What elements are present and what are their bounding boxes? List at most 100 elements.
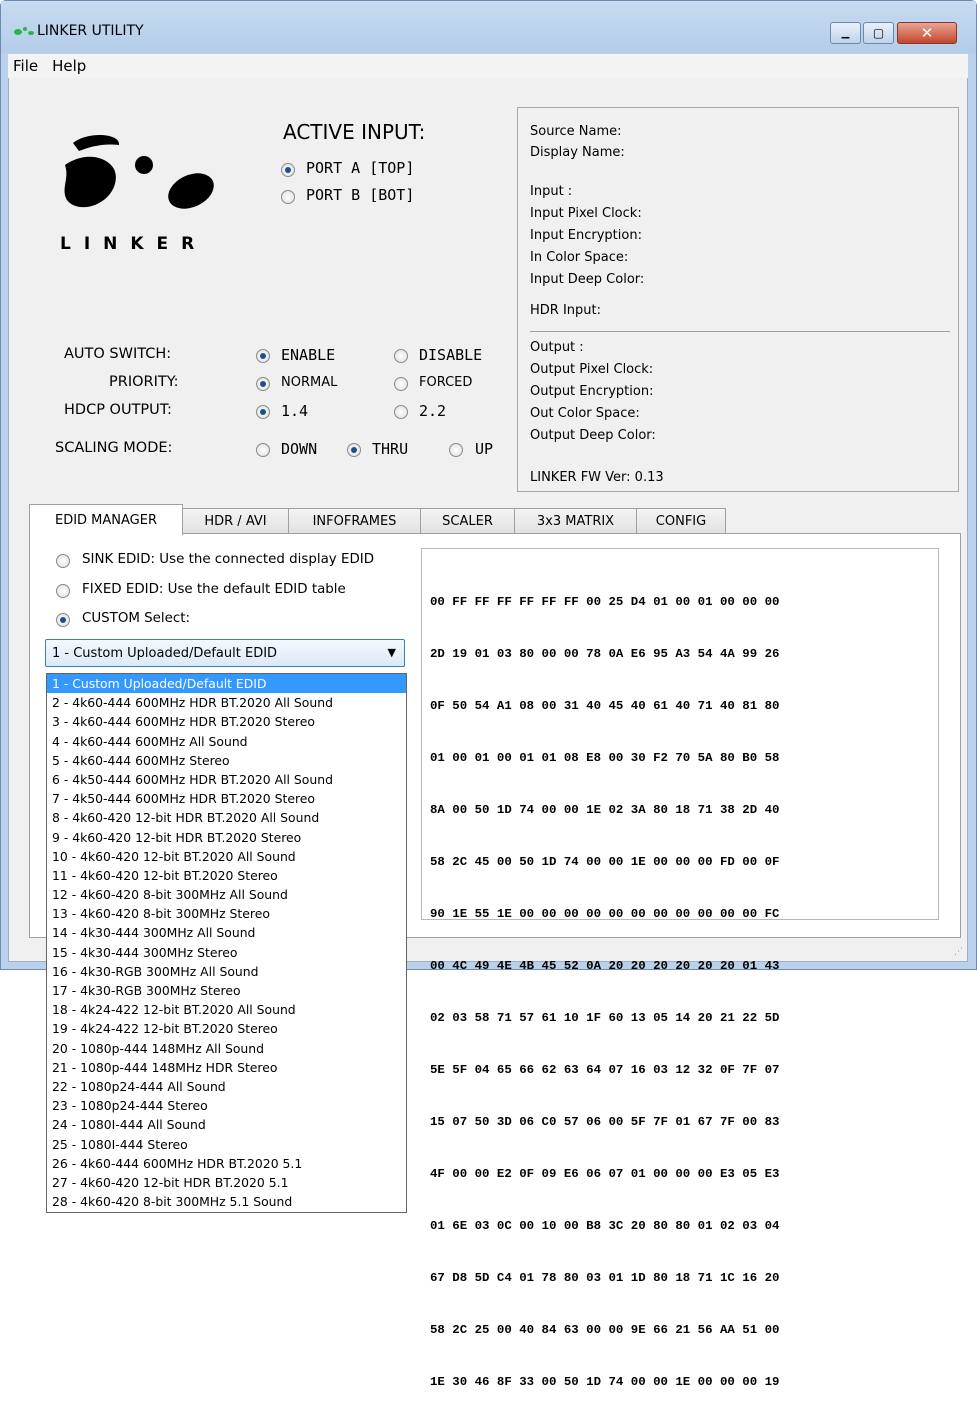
tab-infoframes[interactable]: INFOFRAMES xyxy=(288,508,421,534)
input-pixel-clock-label: Input Pixel Clock: xyxy=(530,206,642,221)
priority-normal-label: NORMAL xyxy=(281,375,338,390)
dropdown-item[interactable]: 20 - 1080p-444 148MHz All Sound xyxy=(47,1039,406,1058)
dropdown-item[interactable]: 1 - Custom Uploaded/Default EDID xyxy=(47,674,406,694)
minimize-icon: ▁ xyxy=(841,27,850,39)
dropdown-item[interactable]: 4 - 4k60-444 600MHz All Sound xyxy=(47,732,406,751)
dropdown-item[interactable]: 24 - 1080I-444 All Sound xyxy=(47,1115,406,1134)
menu-bar: File Help xyxy=(8,54,968,78)
dropdown-item[interactable]: 7 - 4k50-444 600MHz HDR BT.2020 Stereo xyxy=(47,789,406,808)
hex-row: 01 00 01 00 01 01 08 E8 00 30 F2 70 5A 8… xyxy=(430,750,780,765)
fixed-edid-label: FIXED EDID: Use the default EDID table xyxy=(82,582,346,597)
scaling-up-label: UP xyxy=(475,440,494,458)
hex-row: 2D 19 01 03 80 00 00 78 0A E6 95 A3 54 4… xyxy=(430,646,780,661)
custom-edid-select[interactable]: 1 - Custom Uploaded/Default EDID ▼ xyxy=(45,639,405,667)
hex-row: 02 03 58 71 57 61 10 1F 60 13 05 14 20 2… xyxy=(430,1010,780,1025)
menu-file[interactable]: File xyxy=(8,57,47,75)
dropdown-item[interactable]: 17 - 4k30-RGB 300MHz Stereo xyxy=(47,981,406,1000)
hex-row: 15 07 50 3D 06 C0 57 06 00 5F 7F 01 67 7… xyxy=(430,1115,780,1129)
hex-row: 58 2C 25 00 40 84 63 00 00 9E 66 21 56 A… xyxy=(430,1323,780,1338)
dropdown-item[interactable]: 12 - 4k60-420 8-bit 300MHz All Sound xyxy=(47,885,406,904)
dropdown-item[interactable]: 18 - 4k24-422 12-bit BT.2020 All Sound xyxy=(47,1000,406,1019)
dropdown-item[interactable]: 28 - 4k60-420 8-bit 300MHz 5.1 Sound xyxy=(47,1192,406,1211)
edid-dropdown-list[interactable]: 1 - Custom Uploaded/Default EDID 2 - 4k6… xyxy=(46,673,407,1213)
port-b-label: PORT B [BOT] xyxy=(306,186,415,204)
port-a-radio[interactable] xyxy=(281,163,295,177)
dropdown-item[interactable]: 6 - 4k50-444 600MHz HDR BT.2020 All Soun… xyxy=(47,770,406,789)
hdcp-14-label: 1.4 xyxy=(281,402,309,420)
dropdown-item[interactable]: 21 - 1080p-444 148MHz HDR Stereo xyxy=(47,1058,406,1077)
dropdown-item[interactable]: 25 - 1080I-444 Stereo xyxy=(47,1135,406,1154)
port-b-radio[interactable] xyxy=(281,190,295,204)
title-bar[interactable]: LINKER UTILITY ▁ ▢ ✕ xyxy=(1,1,976,53)
scaling-down-label: DOWN xyxy=(281,440,318,458)
hex-row: 5E 5F 04 65 66 62 63 64 07 16 03 12 32 0… xyxy=(430,1062,780,1077)
resize-grip-icon[interactable]: ⋰ xyxy=(954,947,963,957)
dropdown-item[interactable]: 10 - 4k60-420 12-bit BT.2020 All Sound xyxy=(47,847,406,866)
close-button[interactable]: ✕ xyxy=(897,22,957,44)
close-icon: ✕ xyxy=(920,24,934,42)
auto-switch-enable-radio[interactable] xyxy=(256,349,270,363)
dropdown-item[interactable]: 3 - 4k60-444 600MHz HDR BT.2020 Stereo xyxy=(47,712,406,731)
hex-row: 0F 50 54 A1 08 00 31 40 45 40 61 40 71 4… xyxy=(430,698,780,713)
scaling-up-radio[interactable] xyxy=(449,443,463,457)
dropdown-item[interactable]: 5 - 4k60-444 600MHz Stereo xyxy=(47,751,406,770)
dropdown-item[interactable]: 15 - 4k30-444 300MHz Stereo xyxy=(47,943,406,962)
hdcp-22-label: 2.2 xyxy=(419,402,447,420)
dropdown-item[interactable]: 26 - 4k60-444 600MHz HDR BT.2020 5.1 xyxy=(47,1154,406,1173)
hex-row: 01 6E 03 0C 00 10 00 B8 3C 20 80 80 01 0… xyxy=(430,1219,780,1234)
dropdown-item[interactable]: 27 - 4k60-420 12-bit HDR BT.2020 5.1 xyxy=(47,1173,406,1192)
logo-wordmark: LINKER xyxy=(60,234,208,254)
fw-version-label: LINKER FW Ver: 0.13 xyxy=(530,470,664,485)
dropdown-item[interactable]: 13 - 4k60-420 8-bit 300MHz Stereo xyxy=(47,904,406,923)
scaling-down-radio[interactable] xyxy=(256,443,270,457)
dropdown-item[interactable]: 23 - 1080p24-444 Stereo xyxy=(47,1096,406,1115)
dropdown-item[interactable]: 9 - 4k60-420 12-bit HDR BT.2020 Stereo xyxy=(47,828,406,847)
input-deep-color-label: Input Deep Color: xyxy=(530,272,645,287)
output-encryption-label: Output Encryption: xyxy=(530,384,654,399)
port-a-label: PORT A [TOP] xyxy=(306,159,415,177)
tab-3x3-matrix[interactable]: 3x3 MATRIX xyxy=(514,508,637,534)
hex-row: 58 2C 45 00 50 1D 74 00 00 1E 00 00 00 F… xyxy=(430,854,780,869)
dropdown-item[interactable]: 2 - 4k60-444 600MHz HDR BT.2020 All Soun… xyxy=(47,693,406,712)
priority-normal-radio[interactable] xyxy=(256,377,270,391)
auto-switch-disable-label: DISABLE xyxy=(419,346,483,364)
hdcp-22-radio[interactable] xyxy=(394,405,408,419)
scaling-thru-radio[interactable] xyxy=(347,443,361,457)
dropdown-item[interactable]: 19 - 4k24-422 12-bit BT.2020 Stereo xyxy=(47,1019,406,1038)
sink-edid-radio[interactable] xyxy=(56,554,70,568)
edid-hex-view[interactable]: 00 FF FF FF FF FF FF 00 25 D4 01 00 01 0… xyxy=(421,548,939,1389)
auto-switch-enable-label: ENABLE xyxy=(281,346,336,364)
hex-row: 1E 30 46 8F 33 00 50 1D 74 00 00 1E 00 0… xyxy=(430,1375,780,1390)
menu-help[interactable]: Help xyxy=(47,57,95,75)
info-divider xyxy=(530,331,950,332)
minimize-button[interactable]: ▁ xyxy=(830,22,861,44)
output-label: Output : xyxy=(530,340,584,355)
source-name-label: Source Name: xyxy=(530,124,622,139)
output-pixel-clock-label: Output Pixel Clock: xyxy=(530,362,654,377)
maximize-button[interactable]: ▢ xyxy=(863,22,894,44)
maximize-icon: ▢ xyxy=(872,26,885,40)
dropdown-item[interactable]: 8 - 4k60-420 12-bit HDR BT.2020 All Soun… xyxy=(47,808,406,827)
dropdown-item[interactable]: 14 - 4k30-444 300MHz All Sound xyxy=(47,923,406,942)
dropdown-item[interactable]: 22 - 1080p24-444 All Sound xyxy=(47,1077,406,1096)
priority-forced-radio[interactable] xyxy=(394,377,408,391)
in-color-space-label: In Color Space: xyxy=(530,250,629,265)
hdcp-14-radio[interactable] xyxy=(256,405,270,419)
active-input-title: ACTIVE INPUT: xyxy=(283,120,426,144)
tab-config[interactable]: CONFIG xyxy=(636,508,726,534)
tab-edid-manager[interactable]: EDID MANAGER xyxy=(29,504,183,535)
linker-app-icon xyxy=(14,27,34,35)
hex-row: 00 4C 49 4E 4B 45 52 0A 20 20 20 20 20 2… xyxy=(430,958,780,973)
hdcp-output-label: HDCP OUTPUT: xyxy=(64,402,172,418)
dropdown-item[interactable]: 16 - 4k30-RGB 300MHz All Sound xyxy=(47,962,406,981)
fixed-edid-radio[interactable] xyxy=(56,584,70,598)
display-name-label: Display Name: xyxy=(530,145,625,160)
hex-row: 00 FF FF FF FF FF FF 00 25 D4 01 00 01 0… xyxy=(430,594,780,609)
tab-scaler[interactable]: SCALER xyxy=(420,508,515,534)
input-encryption-label: Input Encryption: xyxy=(530,228,642,243)
dropdown-item[interactable]: 11 - 4k60-420 12-bit BT.2020 Stereo xyxy=(47,866,406,885)
priority-label: PRIORITY: xyxy=(109,374,179,390)
tab-hdr-avi[interactable]: HDR / AVI xyxy=(182,508,289,534)
auto-switch-disable-radio[interactable] xyxy=(394,349,408,363)
custom-edid-radio[interactable] xyxy=(56,613,70,627)
